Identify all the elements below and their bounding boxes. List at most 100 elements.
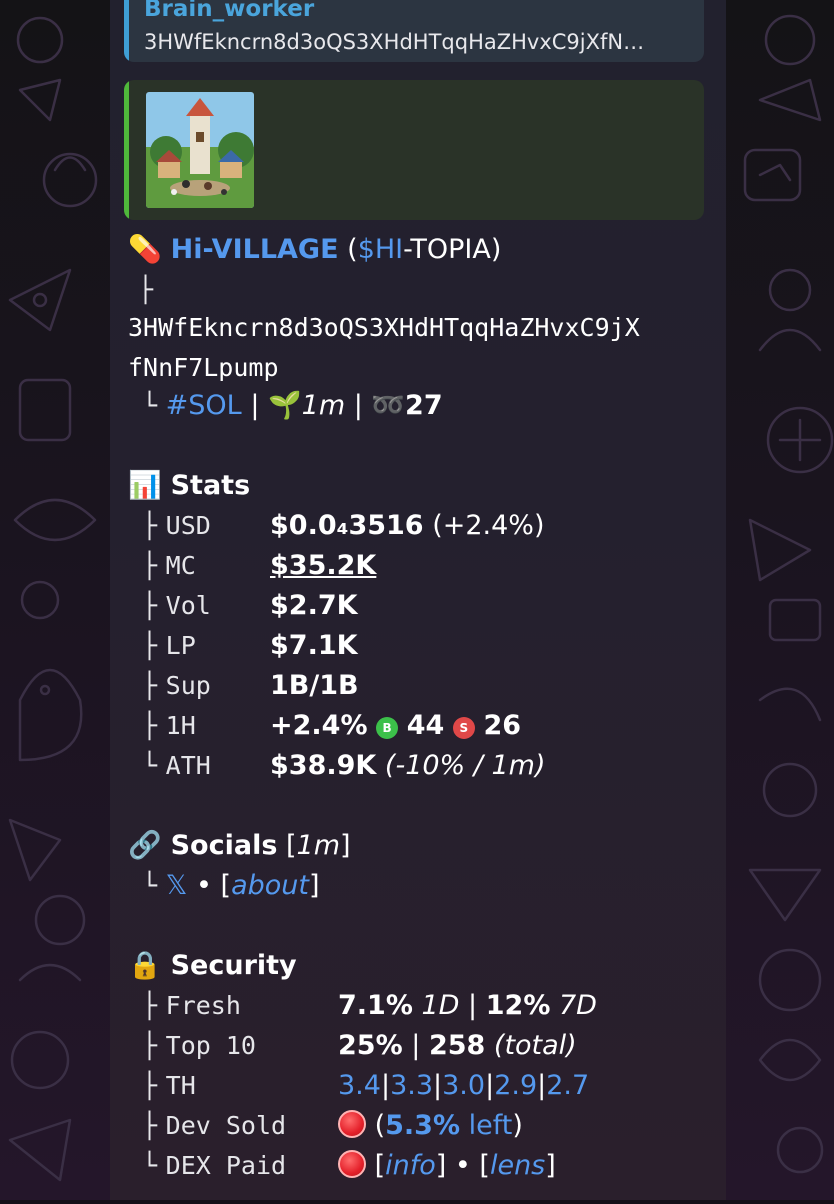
stats-row-supply: ├ Sup 1B/1B	[142, 666, 359, 706]
seedling-icon: 🌱	[268, 390, 302, 421]
link-preview[interactable]	[124, 80, 704, 220]
reply-quote[interactable]: Brain_worker 3HWfEkncrn8d3oQS3XHdHTqqHaZ…	[124, 0, 704, 62]
chain-tag-link[interactable]: #SOL	[166, 390, 242, 421]
separator: |	[537, 1070, 547, 1101]
holders-count: 27	[405, 390, 443, 421]
security-title: Security	[170, 950, 297, 981]
stats-row-1h: ├ 1H +2.4% B 44 S 26	[142, 706, 521, 746]
top-holder-link[interactable]: 3.0	[442, 1070, 485, 1101]
x-twitter-icon[interactable]: 𝕏	[166, 870, 188, 901]
lock-icon: 🔒	[128, 950, 162, 981]
tree-glyph: └	[142, 871, 158, 900]
chain-sep2: |	[353, 390, 363, 421]
ath-note: (-10% / 1m)	[384, 750, 546, 781]
token-title: 💊 Hi-VILLAGE ($HI-TOPIA)	[128, 230, 501, 270]
security-label: DEX Paid	[165, 1151, 287, 1180]
socials-age: 1m	[296, 830, 341, 861]
reply-author: Brain_worker	[144, 0, 315, 22]
bracket: [	[220, 870, 232, 901]
stats-row-ath: └ ATH $38.9K (-10% / 1m)	[142, 746, 546, 786]
message-bubble: Brain_worker 3HWfEkncrn8d3oQS3XHdHTqqHaZ…	[110, 0, 726, 1200]
separator: |	[485, 1070, 495, 1101]
stats-row-lp: ├ LP $7.1K	[142, 626, 358, 666]
token-image[interactable]	[146, 92, 254, 208]
price-change: (+2.4%)	[432, 510, 545, 541]
ticker-link[interactable]: $HI	[358, 234, 403, 265]
bar-chart-icon: 📊	[128, 470, 162, 501]
buys-count: 44	[406, 710, 445, 741]
separator: |	[468, 990, 478, 1021]
token-address-line2[interactable]: fNnF7Lpump	[128, 348, 279, 388]
address-tree-mid: ├	[138, 275, 154, 304]
stats-label: 1H	[165, 711, 196, 740]
about-link[interactable]: about	[231, 870, 309, 901]
socials-row: └ 𝕏 • [about]	[142, 866, 320, 906]
stats-label: LP	[165, 631, 196, 660]
token-name-link[interactable]: Hi-VILLAGE	[171, 234, 339, 265]
paren: (	[374, 1110, 386, 1141]
stats-row-usd: ├ USD $0.0₄3516 (+2.4%)	[142, 506, 544, 546]
stats-label: MC	[165, 551, 196, 580]
stats-label: Sup	[165, 671, 211, 700]
paren: )	[512, 1110, 523, 1141]
security-label: Top 10	[165, 1031, 256, 1060]
tree-glyph: ├	[142, 631, 158, 660]
holders-total-note: (total)	[493, 1030, 577, 1061]
tree-glyph: ├	[142, 511, 158, 540]
bracket: ]	[340, 830, 351, 861]
preview-accent-bar	[124, 80, 129, 220]
security-label: Dev Sold	[165, 1111, 287, 1140]
separator: |	[433, 1070, 443, 1101]
tree-glyph: ├	[142, 991, 158, 1020]
stats-row-mc: ├ MC $35.2K	[142, 546, 376, 586]
bullet: •	[454, 1150, 471, 1181]
security-row-fresh: ├ Fresh 7.1% 1D | 12% 7D	[142, 986, 597, 1026]
token-age: 1m	[301, 390, 346, 421]
red-circle-icon	[338, 1110, 366, 1138]
security-row-dex-paid: └ DEX Paid [info] • [lens]	[142, 1150, 556, 1181]
tree-glyph: ├	[142, 551, 158, 580]
chain-tree: └	[142, 391, 158, 420]
socials-heading: 🔗 Socials [1m]	[128, 826, 351, 866]
security-row-th: ├ TH 3.4|3.3|3.0|2.9|2.7	[142, 1066, 589, 1106]
tree-glyph: ├	[142, 591, 158, 620]
token-address-line1[interactable]: 3HWfEkncrn8d3oQS3XHdHTqqHaZHvxC9jX	[128, 308, 640, 348]
lens-link[interactable]: lens	[490, 1150, 545, 1181]
stats-label: ATH	[165, 751, 211, 780]
price-value: $0.0₄3516	[270, 510, 424, 541]
bullet: •	[196, 870, 212, 901]
sells-count: 26	[483, 710, 522, 741]
separator: |	[411, 1030, 421, 1061]
link-icon: 🔗	[128, 830, 162, 861]
top-holder-link[interactable]: 3.3	[390, 1070, 433, 1101]
ticker-open: (	[347, 234, 358, 265]
holders-icon: ➿	[371, 390, 406, 421]
info-link[interactable]: info	[385, 1150, 436, 1181]
dev-left-percent[interactable]: 5.3%	[385, 1110, 460, 1141]
security-label: Fresh	[165, 991, 241, 1020]
dev-left-label[interactable]: left	[460, 1110, 513, 1141]
pill-icon: 💊	[128, 234, 162, 265]
fresh-7d-value: 12%	[485, 990, 551, 1021]
fresh-1d-period: 1D	[421, 990, 460, 1021]
bracket: ]	[309, 870, 320, 901]
liquidity-value: $7.1K	[270, 630, 358, 661]
stats-row-vol: ├ Vol $2.7K	[142, 586, 358, 626]
chain-sep: |	[250, 390, 260, 421]
tree-glyph: ├	[142, 1071, 158, 1100]
hour-change: +2.4%	[270, 710, 368, 741]
reply-accent-bar	[124, 0, 129, 62]
top-holder-link[interactable]: 2.9	[494, 1070, 537, 1101]
bracket: [	[286, 830, 297, 861]
fresh-1d-value: 7.1%	[338, 990, 413, 1021]
ath-value: $38.9K	[270, 750, 377, 781]
top-holder-link[interactable]: 2.7	[546, 1070, 589, 1101]
ticker-rest: -TOPIA)	[403, 234, 502, 265]
security-row-dev-sold: ├ Dev Sold (5.3% left)	[142, 1106, 523, 1146]
fresh-7d-period: 7D	[558, 990, 597, 1021]
reply-text: 3HWfEkncrn8d3oQS3XHdHTqqHaZHvxC9jXfN…	[144, 30, 645, 54]
stats-heading: 📊 Stats	[128, 466, 250, 506]
volume-value: $2.7K	[270, 590, 358, 621]
market-cap-link[interactable]: $35.2K	[270, 546, 376, 586]
top-holder-link[interactable]: 3.4	[338, 1070, 381, 1101]
